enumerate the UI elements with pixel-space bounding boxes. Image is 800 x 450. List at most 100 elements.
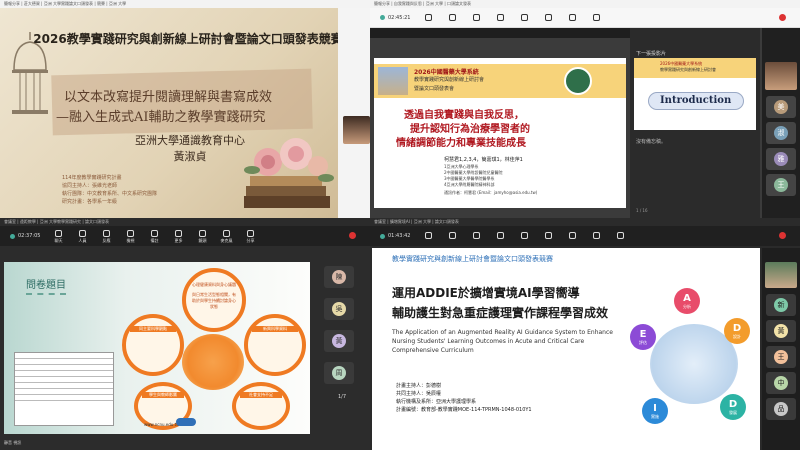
toolbar-mic[interactable] [584, 232, 608, 240]
bottom-status: 靜音 視訊 [4, 440, 22, 445]
toolbar-share[interactable]: 分享 [238, 229, 262, 243]
conf-line-2: 教學實踐研究與創新線上研討會 [414, 77, 485, 83]
addie-letter: D [732, 322, 742, 334]
view-icon [126, 229, 134, 237]
addie-letter: A [683, 292, 691, 304]
participant-avatar[interactable]: 新 [766, 294, 796, 316]
participant-avatar[interactable]: 王 [766, 174, 796, 196]
toolbar-notes[interactable] [512, 232, 536, 240]
chat-icon [424, 13, 432, 21]
campus-photo [378, 67, 408, 95]
slide-title-3: 情緒調節能力和專業技能成長 [396, 138, 526, 149]
toolbar-chat[interactable]: 聊天 [46, 229, 70, 243]
leave-button[interactable] [340, 232, 364, 240]
toolbar-share[interactable] [584, 13, 608, 22]
toolbar-more[interactable]: 更多 [166, 229, 190, 243]
meeting-timer: 02:37:05 [4, 233, 46, 239]
toolbar-chat[interactable] [416, 13, 440, 22]
toolbar-people[interactable]: 人員 [70, 229, 94, 243]
addie-node: I 實施 [642, 398, 668, 424]
toolbar-share[interactable] [608, 232, 632, 240]
circle-bl-title: 學生與教師影響 [142, 392, 184, 398]
participant-avatar[interactable]: 美 [766, 96, 796, 118]
notes-box: 114年度教學實踐研究計畫 協同主持人：張維光老師 執行團隊：中文教育系所、中文… [62, 174, 232, 214]
toolbar-view[interactable] [488, 232, 512, 240]
toolbar-chat[interactable] [416, 232, 440, 240]
people-icon [78, 229, 86, 237]
toolbar-more[interactable] [536, 232, 560, 240]
share-icon [592, 13, 600, 21]
mic-icon [592, 232, 600, 239]
toolbar-people[interactable] [440, 232, 464, 240]
toolbar-react[interactable] [464, 232, 488, 240]
slide-author: 柯慧君1,2,3,4，簡嘉琪1，林佳萍1 [444, 157, 523, 163]
leave-button[interactable] [770, 13, 794, 22]
toolbar-camera[interactable] [560, 232, 584, 240]
conf-line-1: 2026中國醫藥大學系統 [414, 69, 479, 76]
mic-icon [222, 229, 230, 237]
meeting-timer: 01:43:42 [374, 233, 416, 239]
slide-link[interactable]: www.ncnu.edu.tw [144, 422, 179, 427]
window-title: 簡報分享 | 自我實踐與反思 | 亞洲 大學 | 口頭論文發表 [370, 0, 800, 8]
speaker-tile-small[interactable] [343, 116, 370, 144]
participant-avatar[interactable]: 吳 [324, 298, 354, 320]
toolbar-notes[interactable]: 備註 [142, 229, 166, 243]
participant-avatar[interactable]: 黃 [766, 320, 796, 342]
next-slide-panel: 下一張投影片 2026中國醫藥大學系統 教學實踐研究與創新線上研討會 Intro… [630, 28, 760, 218]
toolbar-view[interactable]: 檢視 [118, 229, 142, 243]
toolbar-camera[interactable]: 鏡頭 [190, 229, 214, 243]
camera-icon [568, 232, 576, 239]
participants-column: 新 黃 王 中 品 [762, 248, 800, 450]
notes-icon [150, 229, 158, 237]
window-top-right: 簡報分享 | 自我實踐與反思 | 亞洲 大學 | 口頭論文發表 02:45:21… [370, 0, 800, 218]
toolbar-mic[interactable] [560, 13, 584, 22]
participant-avatar[interactable]: 陳 [324, 266, 354, 288]
slide-nav-pill[interactable] [176, 418, 196, 426]
participant-avatar[interactable]: 王 [766, 346, 796, 368]
participant-video-tile[interactable] [765, 262, 797, 288]
toolbar-mic[interactable]: 麥克風 [214, 229, 238, 243]
participant-video-tile[interactable] [765, 62, 797, 90]
thumb-line-2: 教學實踐研究與創新線上研討會 [660, 67, 716, 72]
window-title: 會議室 | 遠距教學 | 亞洲 大學教學實踐研究 | 論文口頭發表 [0, 218, 370, 226]
toolbar-react[interactable] [464, 13, 488, 22]
participant-avatar[interactable]: 品 [766, 398, 796, 420]
circle-right: 新興科學資料 [244, 314, 306, 376]
participant-avatar[interactable]: 淑 [766, 122, 796, 144]
participant-avatar[interactable]: 周 [324, 362, 354, 384]
slide-title-2: —融入生成式AI輔助之教學實踐研究 [56, 110, 266, 125]
addie-node: A 分析 [674, 288, 700, 314]
participant-avatar[interactable]: 雅 [766, 148, 796, 170]
addie-zh: 實施 [651, 413, 659, 419]
addie-letter: D [728, 398, 738, 410]
slide-title-2: 輔助護生對急重症護理實作課程學習成效 [392, 306, 609, 320]
next-slide-thumb[interactable]: 2026中國醫藥大學系統 教學實踐研究與創新線上研討會 Introduction [634, 58, 756, 130]
circle-bottom-right: 社會支持不足 [232, 382, 290, 430]
toolbar-react[interactable]: 反應 [94, 229, 118, 243]
toolbar-people[interactable] [440, 13, 464, 22]
leave-button[interactable] [770, 232, 794, 240]
toolbar: 02:45:21 [370, 8, 800, 28]
slide-title-1: 以文本改寫提升閱讀理解與書寫成效 [64, 90, 273, 105]
more-icon [544, 232, 552, 239]
share-icon [246, 229, 254, 237]
reaction-icon [472, 13, 480, 21]
record-dot-icon [10, 233, 15, 239]
circle-top: 心理健康資料與身心議題 與日常生活型態相關，有助於與學生持續討論身心狀態 [182, 268, 246, 332]
slide-q4: 教學實踐研究與創新線上研討會暨論文口頭發表競賽 運用ADDIE於擴增實境AI學習… [372, 248, 760, 450]
window-top-left: 簡報分享 | 莊大德資 | 亞洲 大學實踐論文口頭發表 | 競賽 | 亞洲 大學… [0, 0, 370, 218]
addie-zh: 評估 [639, 339, 647, 345]
reaction-icon [472, 232, 480, 239]
participant-avatar[interactable]: 中 [766, 372, 796, 394]
window-title: 簡報分享 | 莊大德資 | 亞洲 大學實踐論文口頭發表 | 競賽 | 亞洲 大學 [0, 0, 370, 8]
participants-column: 美 淑 雅 王 [762, 28, 800, 218]
toolbar-camera[interactable] [536, 13, 560, 22]
contact-line: 通訊作者：柯慧君 (Email：jamyho@asia.edu.tw) [444, 190, 538, 195]
presenter-view: 2026中國醫藥大學系統 教學實踐研究與創新線上研討會 暨論文口頭發表會 透過自… [370, 28, 800, 218]
meeting-timer: 02:45:21 [374, 15, 416, 21]
toolbar-view[interactable] [488, 13, 512, 22]
credit-line: 執行機構及系所：亞洲大學護理學系 [396, 399, 477, 405]
toolbar-more[interactable] [512, 13, 536, 22]
table-row [15, 395, 113, 401]
participant-avatar[interactable]: 黃 [324, 330, 354, 352]
